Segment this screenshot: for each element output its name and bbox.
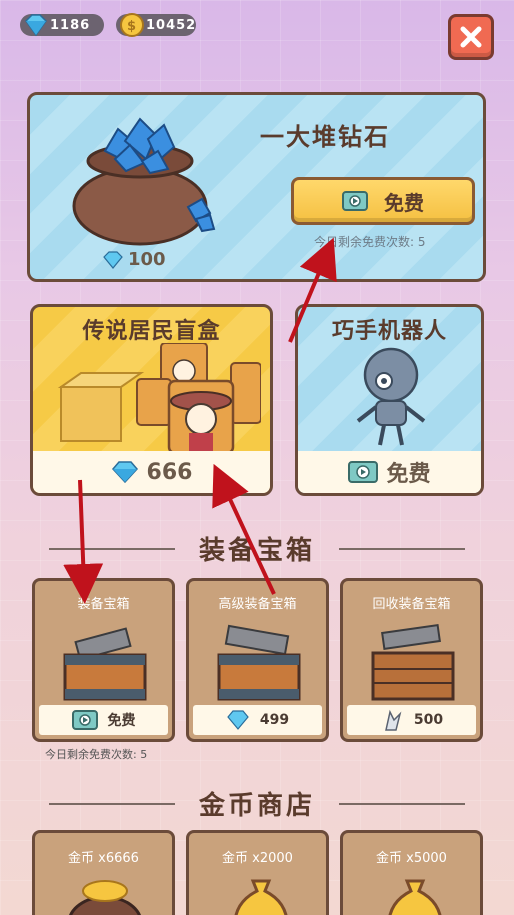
diamond-pile-offer[interactable]: 一大堆钻石 免费 今日剩余免费次数: 5 100	[27, 92, 486, 282]
coin-count: 10452	[146, 17, 197, 33]
diamond-counter: 1186	[20, 14, 104, 37]
blind-box-price-bar: 666	[33, 451, 270, 493]
chest-title: 回收装备宝箱	[372, 597, 451, 612]
chest-price: 499	[259, 712, 290, 728]
coin-icon: $	[120, 13, 144, 37]
hero-price: 100	[102, 249, 166, 270]
blind-box-price: 666	[146, 459, 193, 485]
divider-left	[48, 547, 175, 550]
equipment-section-header: 装备宝箱	[0, 530, 514, 567]
divider-left	[48, 802, 175, 805]
advanced-chest-card[interactable]: 高级装备宝箱 499	[186, 578, 329, 742]
close-button[interactable]	[448, 14, 494, 60]
coin-section-header: 金币商店	[0, 785, 514, 822]
robot-image	[356, 347, 426, 446]
robot-price-bar: 免费	[298, 451, 481, 493]
divider-right	[339, 547, 465, 550]
chest-price-bar: 免费	[39, 705, 168, 735]
chest-price-bar: 500	[347, 705, 476, 735]
coin-pack-title: 金币 x5000	[376, 851, 447, 866]
handy-robot-offer[interactable]: 巧手机器人 免费	[295, 304, 484, 496]
coin-pack-card[interactable]: 金币 x2000	[186, 830, 329, 915]
coin-pack-title: 金币 x2000	[222, 851, 293, 866]
diamond-icon	[111, 461, 138, 483]
chest-price: 500	[413, 712, 444, 728]
chest-title: 高级装备宝箱	[218, 597, 297, 612]
blind-box-title: 传说居民盲盒	[82, 319, 221, 344]
blind-box-image	[57, 343, 261, 453]
close-icon	[460, 26, 482, 48]
equipment-chest-image	[63, 627, 147, 701]
coin-sack-icon	[388, 879, 442, 915]
ad-video-icon	[342, 191, 368, 211]
scrap-icon	[384, 709, 402, 731]
robot-title: 巧手机器人	[331, 319, 447, 344]
diamond-icon	[25, 14, 47, 37]
equipment-section-title: 装备宝箱	[198, 536, 315, 566]
coin-sack-icon	[234, 879, 288, 915]
hero-free-label: 免费	[384, 190, 424, 215]
robot-free-label: 免费	[386, 462, 431, 487]
hero-price-value: 100	[128, 249, 166, 270]
coin-pack-card[interactable]: 金币 x5000	[340, 830, 483, 915]
equipment-chest-card[interactable]: 装备宝箱 免费	[32, 578, 175, 742]
chest-price-bar: 499	[193, 705, 322, 735]
coin-pack-card[interactable]: 金币 x6666	[32, 830, 175, 915]
diamond-sack-image	[72, 117, 216, 246]
ad-video-icon	[348, 461, 379, 483]
hero-title: 一大堆钻石	[260, 123, 390, 151]
coin-section-title: 金币商店	[198, 791, 315, 821]
advanced-chest-image	[217, 624, 301, 701]
ad-video-icon	[71, 710, 98, 730]
recycle-chest-card[interactable]: 回收装备宝箱 500	[340, 578, 483, 742]
diamond-icon	[103, 250, 123, 269]
legendary-blind-box-offer[interactable]: 传说居民盲盒 666	[30, 304, 273, 496]
divider-right	[339, 802, 465, 805]
recycle-chest-image	[371, 624, 455, 701]
chest-price: 免费	[107, 713, 136, 729]
chest-title: 装备宝箱	[77, 597, 130, 612]
diamond-count: 1186	[50, 17, 91, 33]
coin-bag-icon	[69, 880, 141, 915]
chest-remaining-text: 今日剩余免费次数: 5	[45, 748, 148, 761]
coin-pack-title: 金币 x6666	[68, 851, 139, 866]
svg-text:$: $	[127, 19, 137, 34]
coin-counter: $ 10452	[116, 13, 197, 37]
hero-remaining-text: 今日剩余免费次数: 5	[314, 235, 426, 249]
hero-free-button[interactable]: 免费	[291, 177, 475, 225]
diamond-icon	[227, 710, 249, 730]
